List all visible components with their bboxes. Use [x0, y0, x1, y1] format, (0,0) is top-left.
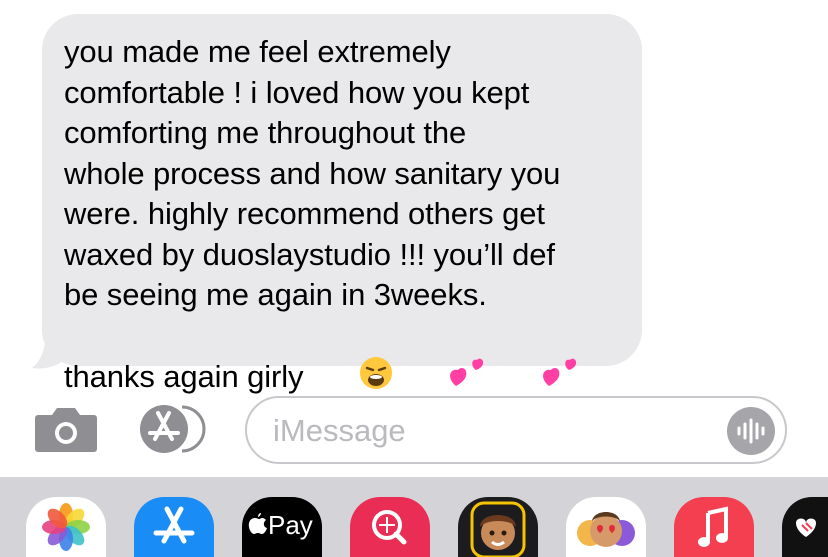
music-app-button[interactable]: [674, 497, 754, 557]
apple-pay-app-button[interactable]: Pay: [242, 497, 322, 557]
photos-icon: [42, 503, 90, 551]
image-search-icon: [372, 510, 407, 545]
memoji-icon: [470, 501, 526, 557]
memoji-stickers-icon: [577, 512, 635, 547]
audio-waveform-icon: [737, 418, 765, 444]
imessage-input[interactable]: [271, 410, 695, 452]
digital-touch-icon: [796, 518, 816, 537]
app-store-app-button[interactable]: [134, 497, 214, 557]
app-store-drawer-icon: [153, 506, 195, 544]
camera-icon: [35, 408, 97, 452]
apps-button[interactable]: [138, 403, 214, 460]
photos-app-button[interactable]: [26, 497, 106, 557]
app-store-icon: [140, 405, 206, 453]
camera-button[interactable]: [34, 405, 98, 458]
apple-pay-label: Pay: [268, 510, 313, 540]
music-note-icon: [698, 506, 728, 547]
apple-logo-icon: [248, 513, 267, 534]
audio-message-button[interactable]: [727, 407, 775, 455]
imessage-field[interactable]: [245, 396, 787, 464]
message-text: you made me feel extremely comfortable !…: [64, 32, 624, 441]
received-message[interactable]: you made me feel extremely comfortable !…: [32, 14, 644, 393]
digital-touch-app-button[interactable]: [782, 497, 828, 557]
search-images-app-button[interactable]: [350, 497, 430, 557]
memoji-stickers-app-button[interactable]: [566, 497, 646, 557]
memoji-app-button[interactable]: [458, 497, 538, 557]
